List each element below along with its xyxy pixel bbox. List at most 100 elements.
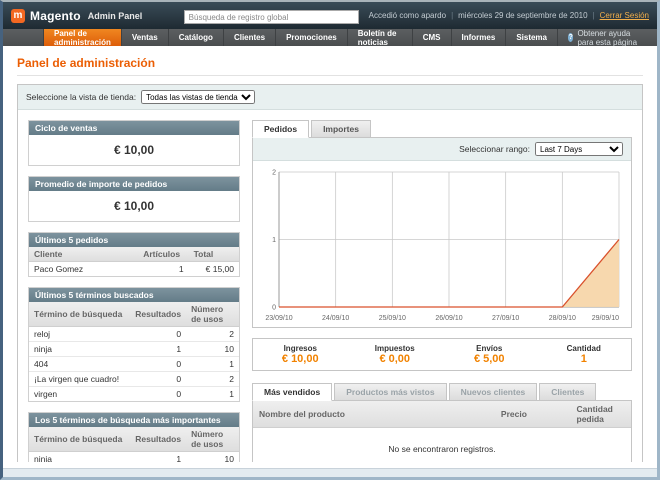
col-header: Término de búsqueda: [29, 427, 130, 452]
right-column: Pedidos Importes Seleccionar rango: Last…: [252, 120, 632, 462]
stat-value: € 10,00: [253, 353, 348, 365]
orders-chart: 01223/09/1024/09/1025/09/1026/09/1027/09…: [261, 167, 625, 325]
svg-text:1: 1: [272, 237, 276, 244]
top-search-terms-table: Término de búsqueda Resultados Número de…: [29, 427, 239, 462]
tab-nuevos-clientes[interactable]: Nuevos clientes: [449, 383, 538, 401]
col-header: Número de usos: [186, 427, 239, 452]
logged-in-text: Accedió como apardo: [369, 11, 446, 20]
store-view-select[interactable]: Todas las vistas de tienda: [141, 90, 255, 104]
tab-mas-vendidos[interactable]: Más vendidos: [252, 383, 332, 401]
stat-value: € 0,00: [348, 353, 443, 365]
col-header: Cantidad pedida: [571, 401, 631, 428]
col-header: Nombre del producto: [253, 401, 495, 428]
tab-pedidos[interactable]: Pedidos: [252, 120, 309, 138]
nav-item-informes[interactable]: Informes: [452, 29, 507, 46]
left-column: Ciclo de ventas € 10,00 Promedio de impo…: [28, 120, 240, 462]
col-header: Resultados: [130, 427, 186, 452]
logo-text: Magento: [30, 9, 81, 23]
products-table: Nombre del producto Precio Cantidad pedi…: [253, 401, 631, 428]
sales-cycle-title: Ciclo de ventas: [29, 121, 239, 135]
average-order-box: Promedio de importe de pedidos € 10,00: [28, 176, 240, 222]
last-orders-box: Últimos 5 pedidos Cliente Artículos Tota…: [28, 232, 240, 277]
stat-ingresos: Ingresos € 10,00: [253, 344, 348, 365]
page-content: Panel de administración Seleccione la vi…: [3, 46, 657, 462]
table-row[interactable]: virgen 0 1: [29, 387, 239, 402]
current-date: miércoles 29 de septiembre de 2010: [458, 11, 587, 20]
stat-label: Ingresos: [253, 344, 348, 353]
stat-envios: Envíos € 5,00: [442, 344, 537, 365]
main-nav: Panel de administración Ventas Catálogo …: [3, 29, 657, 46]
nav-item-clientes[interactable]: Clientes: [224, 29, 276, 46]
stat-value: € 5,00: [442, 353, 537, 365]
tab-importes[interactable]: Importes: [311, 120, 371, 138]
nav-item-promociones[interactable]: Promociones: [276, 29, 348, 46]
nav-item-dashboard[interactable]: Panel de administración: [43, 29, 122, 46]
table-row[interactable]: reloj 0 2: [29, 327, 239, 342]
products-table-box: Nombre del producto Precio Cantidad pedi…: [252, 400, 632, 462]
table-row[interactable]: ninja 1 10: [29, 342, 239, 357]
top-header: m Magento Admin Panel Accedió como apard…: [3, 2, 657, 29]
col-header: Total: [189, 247, 239, 262]
magento-logo: m Magento Admin Panel: [11, 9, 142, 23]
col-header: Cliente: [29, 247, 138, 262]
col-header: Término de búsqueda: [29, 302, 130, 327]
svg-text:0: 0: [272, 305, 276, 312]
orders-panel: Seleccionar rango: Last 7 Days 0 1 2 23/09/…: [252, 137, 632, 328]
session-info: Accedió como apardo | miércoles 29 de se…: [369, 11, 649, 20]
help-label: Obtener ayuda para esta página: [577, 29, 647, 47]
last-orders-title: Últimos 5 pedidos: [29, 233, 239, 247]
last-orders-table: Cliente Artículos Total Paco Gomez 1 € 1…: [29, 247, 239, 276]
last-search-terms-table: Término de búsqueda Resultados Número de…: [29, 302, 239, 401]
global-search-input[interactable]: [184, 10, 359, 24]
help-link[interactable]: ? Obtener ayuda para esta página: [558, 29, 657, 46]
help-icon: ?: [568, 33, 573, 42]
nav-item-sistema[interactable]: Sistema: [506, 29, 558, 46]
stat-label: Impuestos: [348, 344, 443, 353]
stat-cantidad: Cantidad 1: [537, 344, 632, 365]
nav-item-ventas[interactable]: Ventas: [122, 29, 169, 46]
svg-text:29/09/10: 29/09/10: [592, 315, 619, 322]
cell-total: € 15,00: [189, 262, 239, 277]
average-order-title: Promedio de importe de pedidos: [29, 177, 239, 191]
dashboard-container: Seleccione la vista de tienda: Todas las…: [17, 84, 643, 462]
chart-area: 01223/09/1024/09/1025/09/1026/09/1027/09…: [253, 161, 631, 327]
svg-text:28/09/10: 28/09/10: [549, 315, 576, 322]
sales-cycle-value: € 10,00: [29, 135, 239, 165]
nav-item-cms[interactable]: CMS: [413, 29, 452, 46]
stat-label: Envíos: [442, 344, 537, 353]
table-row[interactable]: ninja 1 10: [29, 452, 239, 463]
svg-text:2: 2: [272, 170, 276, 177]
logout-link[interactable]: Cerrar Sesión: [600, 11, 649, 20]
global-search: [184, 7, 359, 25]
tab-clientes[interactable]: Clientes: [539, 383, 596, 401]
range-select[interactable]: Last 7 Days: [535, 142, 623, 156]
table-row[interactable]: 404 0 1: [29, 357, 239, 372]
table-row[interactable]: Paco Gomez 1 € 15,00: [29, 262, 239, 277]
svg-text:23/09/10: 23/09/10: [265, 315, 292, 322]
stat-impuestos: Impuestos € 0,00: [348, 344, 443, 365]
logo-subtitle: Admin Panel: [88, 11, 143, 21]
magento-logo-icon: m: [11, 9, 25, 23]
top-search-terms-box: Los 5 términos de búsqueda más important…: [28, 412, 240, 462]
range-bar: Seleccionar rango: Last 7 Days: [253, 138, 631, 161]
page-title: Panel de administración: [17, 56, 643, 76]
totals-box: Ingresos € 10,00 Impuestos € 0,00 Envíos…: [252, 338, 632, 371]
admin-window: m Magento Admin Panel Accedió como apard…: [0, 0, 660, 480]
col-header: Resultados: [130, 302, 186, 327]
range-label: Seleccionar rango:: [459, 144, 530, 154]
footer-bar: [3, 468, 657, 477]
top-search-terms-title: Los 5 términos de búsqueda más important…: [29, 413, 239, 427]
nav-item-boletin[interactable]: Boletín de noticias: [348, 29, 413, 46]
svg-text:27/09/10: 27/09/10: [492, 315, 519, 322]
last-search-terms-box: Últimos 5 términos buscados Término de b…: [28, 287, 240, 402]
col-header: Número de usos: [186, 302, 239, 327]
col-header: Artículos: [138, 247, 188, 262]
nav-item-catalogo[interactable]: Catálogo: [169, 29, 224, 46]
sales-cycle-box: Ciclo de ventas € 10,00: [28, 120, 240, 166]
store-view-strip: Seleccione la vista de tienda: Todas las…: [18, 85, 642, 110]
tab-productos-mas-vistos[interactable]: Productos más vistos: [334, 383, 446, 401]
cell-items: 1: [138, 262, 188, 277]
table-row[interactable]: ¡La virgen que cuadro! 0 2: [29, 372, 239, 387]
empty-records-message: No se encontraron registros.: [253, 428, 631, 462]
svg-text:25/09/10: 25/09/10: [379, 315, 406, 322]
